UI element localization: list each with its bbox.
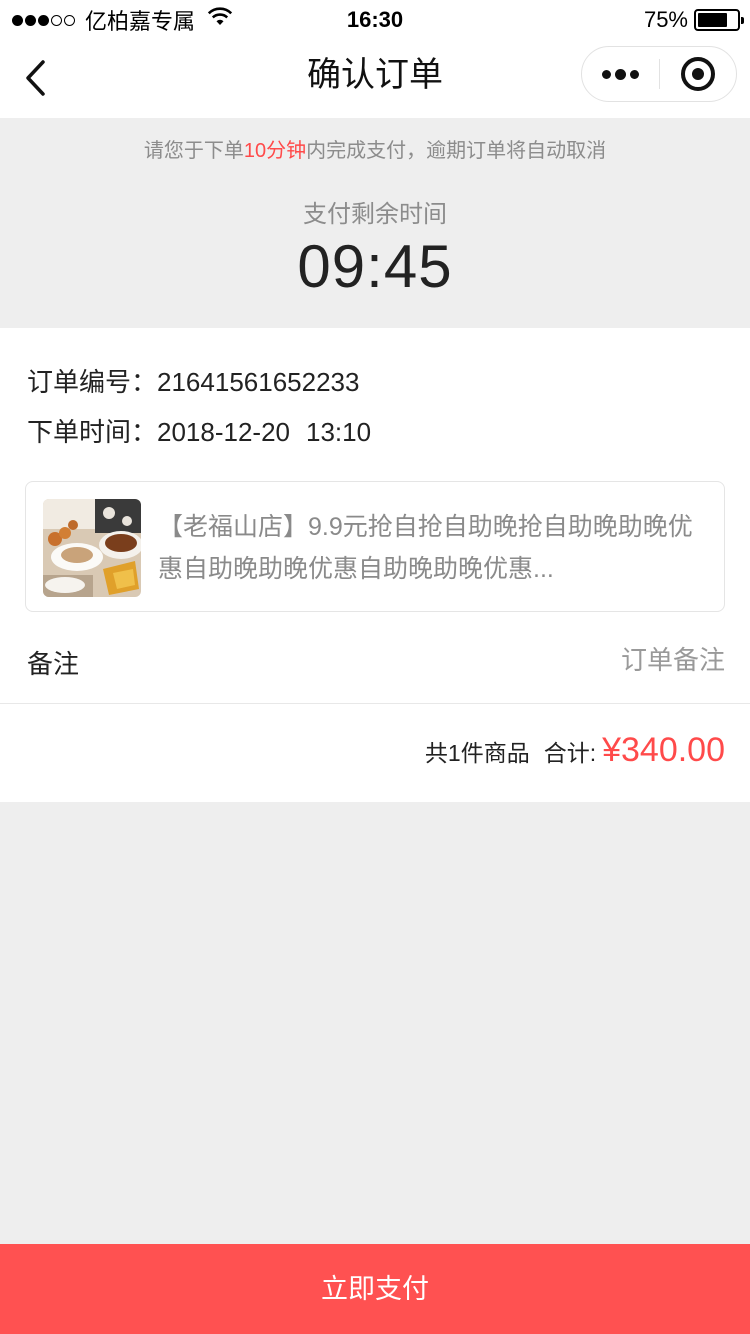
order-number-label: 订单编号： [27, 367, 158, 397]
payment-deadline-notice: 请您于下单10分钟内完成支付，逾期订单将自动取消 [0, 134, 750, 163]
order-card: 订单编号：21641561652233 下单时间：2018-12-20 13:10 [0, 328, 750, 802]
timer-label: 支付剩余时间 [303, 201, 447, 228]
product-item[interactable]: 【老福山店】9.9元抢自抢自助晚抢自助晚助晚优惠自助晚助晚优惠自助晚助晚优惠..… [25, 481, 725, 612]
order-date-value: 2018-12-20 [157, 417, 291, 447]
more-dots-icon [601, 68, 639, 80]
total-label: 合计: [543, 740, 597, 766]
order-number-value: 21641561652233 [157, 367, 360, 397]
mini-program-capsule [581, 46, 737, 102]
signal-strength-icon [12, 14, 75, 26]
order-remark-input[interactable] [425, 636, 725, 684]
order-time-label: 下单时间： [27, 417, 158, 447]
product-title: 【老福山店】9.9元抢自抢自助晚抢自助晚助晚优惠自助晚助晚优惠自助晚助晚优惠..… [158, 513, 693, 583]
close-button[interactable] [660, 47, 737, 101]
total-amount: ¥340.00 [602, 731, 725, 769]
food-photo [43, 499, 141, 597]
remark-label: 备注 [27, 649, 80, 679]
back-button[interactable] [16, 54, 56, 102]
navigation-bar: 确认订单 [0, 40, 750, 118]
battery-icon [694, 9, 744, 31]
status-bar: 亿柏嘉专属 16:30 75% [0, 0, 750, 40]
countdown-timer: 09:45 [297, 233, 453, 300]
order-time-row: 下单时间：2018-12-20 13:10 [27, 412, 371, 449]
order-time-value: 13:10 [306, 417, 372, 447]
battery-percent: 75% [643, 7, 688, 32]
more-button[interactable] [582, 47, 659, 101]
notice-prefix: 请您于下单 [143, 140, 244, 162]
order-number-row: 订单编号：21641561652233 [27, 362, 359, 399]
order-total-row: 共1件商品 合计: ¥340.00 [425, 731, 725, 779]
target-close-icon [680, 57, 715, 91]
payment-timer-section: 请您于下单10分钟内完成支付，逾期订单将自动取消 支付剩余时间 09:45 [0, 118, 750, 328]
pay-now-button[interactable]: 立即支付 [0, 1244, 750, 1334]
notice-suffix: 内完成支付，逾期订单将自动取消 [306, 140, 607, 162]
chevron-left-icon [26, 60, 45, 96]
carrier-name: 亿柏嘉专属 [85, 9, 196, 34]
item-count: 共1件商品 [424, 740, 530, 766]
remark-row: 备注 [0, 622, 750, 704]
wifi-icon [207, 7, 233, 33]
notice-highlight: 10分钟 [243, 140, 307, 162]
